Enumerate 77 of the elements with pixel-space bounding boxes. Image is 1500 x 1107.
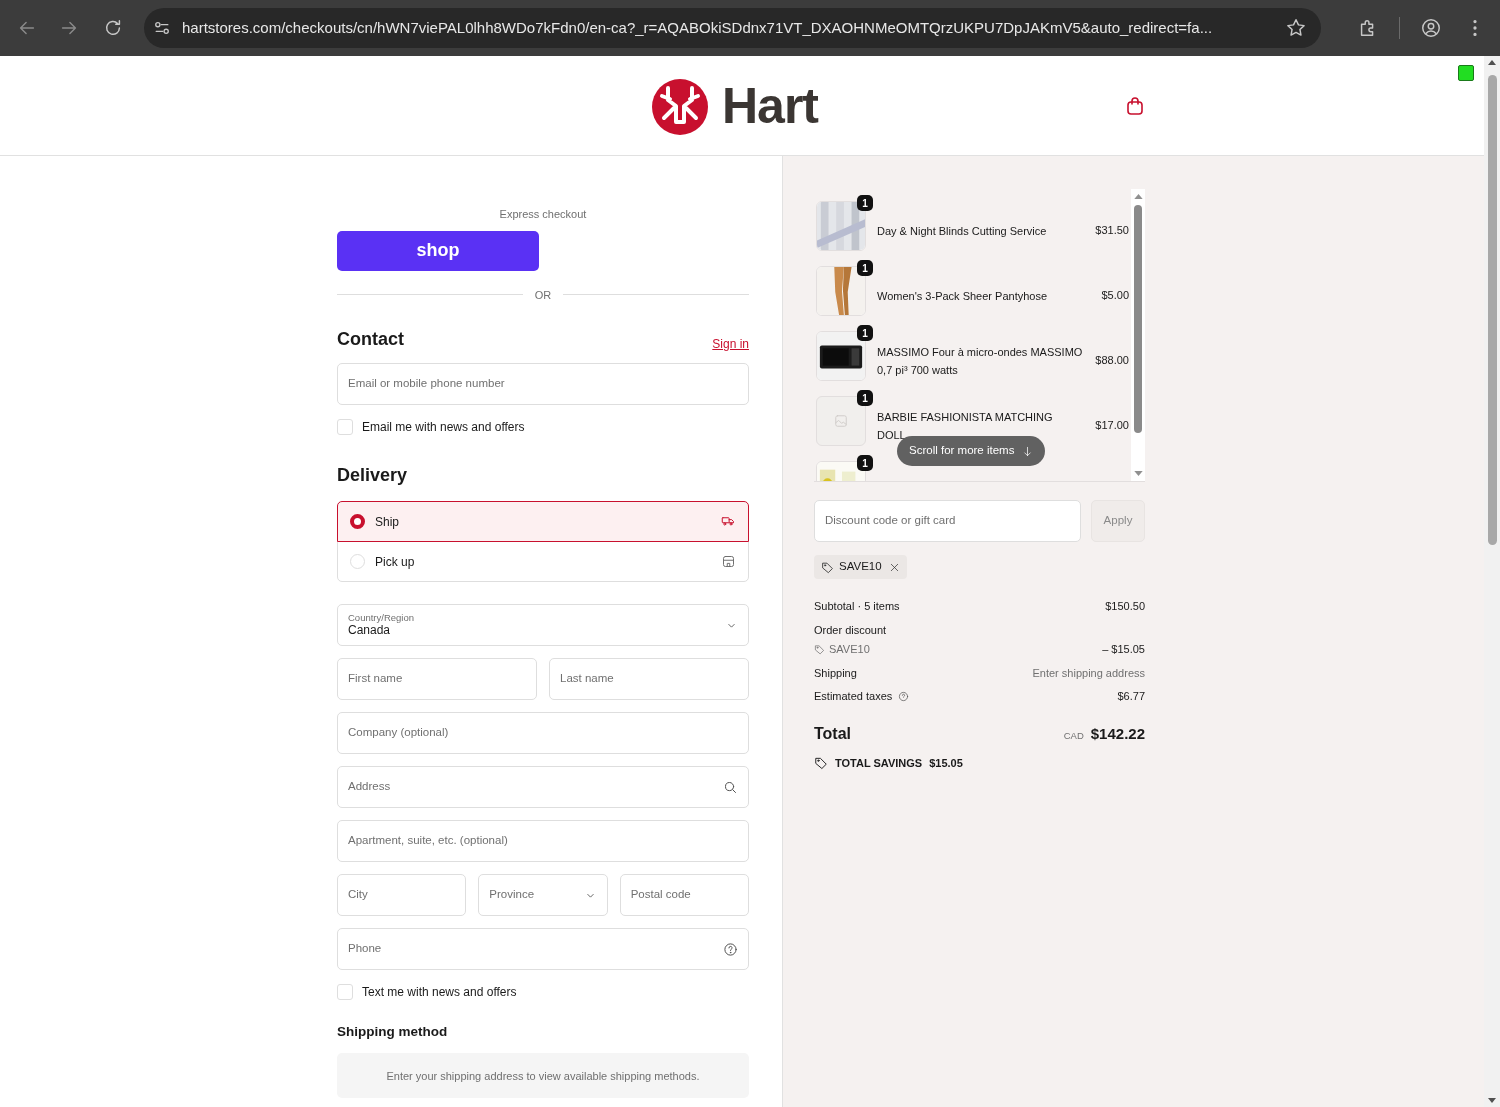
input-field[interactable]: Company (optional): [337, 712, 749, 754]
radio-button[interactable]: [350, 514, 365, 529]
input-field[interactable]: Email or mobile phone number: [337, 363, 749, 405]
status-indicator-icon: [1458, 65, 1474, 81]
delivery-option[interactable]: Pick up: [337, 541, 749, 582]
summary-label: Estimated taxes: [814, 689, 893, 704]
url-text: hartstores.com/checkouts/cn/hWN7viePAL0lhh8WDo7kFdn0/en-ca?_r=AQABOkiSDdnx71VT_DXAOHNMeOMTQrzUKPU7DpJAKmV5&auto_redirect=fa...: [182, 17, 1214, 38]
input-field[interactable]: Last name: [549, 658, 749, 700]
help-icon[interactable]: [898, 690, 910, 702]
shop-pay-button[interactable]: shop: [337, 230, 539, 271]
scroll-up-icon[interactable]: [1488, 60, 1496, 65]
image-placeholder-icon: [834, 414, 848, 428]
brand-name: Hart: [722, 80, 818, 131]
currency-code: CAD: [1063, 729, 1084, 743]
express-checkout-label: Express checkout: [498, 207, 588, 222]
input-field[interactable]: Phone: [337, 928, 749, 970]
product-title: Women's 3-Pack Sheer Pantyhose: [877, 288, 1049, 304]
product-title: Day & Night Blinds Cutting Service: [877, 223, 1048, 239]
select-field[interactable]: Country/Region Canada: [337, 604, 749, 646]
summary-value: Enter shipping address: [1032, 665, 1145, 681]
store-icon: [721, 554, 736, 569]
product-price: $31.50: [1095, 223, 1130, 239]
summary-label: Shipping: [814, 665, 857, 681]
input-field[interactable]: First name: [337, 658, 537, 700]
input-field[interactable]: Apartment, suite, etc. (optional): [337, 820, 749, 862]
scrollbar[interactable]: [1484, 56, 1500, 1107]
delivery-option[interactable]: Ship: [337, 501, 749, 542]
product-price: $17.00: [1095, 418, 1130, 434]
checkbox-label: Text me with news and offers: [362, 984, 517, 1001]
close-icon[interactable]: [888, 561, 900, 573]
quantity-badge: 1: [857, 455, 873, 471]
savings-amount: $15.05: [929, 755, 963, 771]
truck-icon: [721, 514, 736, 529]
summary-label: Subtotal · 5 items: [814, 599, 900, 614]
quantity-badge: 1: [857, 260, 873, 276]
summary-value: – $15.05: [1102, 642, 1145, 657]
input-field[interactable]: City: [337, 874, 467, 916]
tag-icon: [814, 643, 825, 655]
summary-label: Order discount: [814, 622, 888, 638]
summary-value: $6.77: [1117, 689, 1145, 704]
shopping-bag-icon[interactable]: [1126, 96, 1144, 116]
quantity-badge: 1: [857, 390, 873, 406]
scroll-up-icon[interactable]: [1133, 194, 1143, 199]
section-heading: Shipping method: [337, 1023, 449, 1041]
total-label: Total: [814, 723, 852, 744]
star-icon[interactable]: [1285, 17, 1307, 39]
checkbox[interactable]: [337, 984, 353, 1000]
info-message: Enter your shipping address to view available shipping methods.: [337, 1053, 749, 1099]
divider-label: OR: [534, 287, 552, 303]
scroll-down-icon[interactable]: [1133, 471, 1143, 476]
summary-value: $150.50: [1105, 599, 1145, 614]
product-price: $5.00: [1101, 288, 1130, 304]
product-price: $88.00: [1095, 353, 1130, 369]
address-bar[interactable]: hartstores.com/checkouts/cn/hWN7viePAL0lhh8WDo7kFdn0/en-ca?_r=AQABOkiSDdnx71VT_DXAOHNMeOMTQrzUKPU7DpJAKmV5&auto_redirect=fa...: [144, 8, 1321, 48]
quantity-badge: 1: [857, 325, 873, 341]
product-title: MASSIMO Four à micro-ondes MASSIMO 0,7 pi³ 700 watts: [877, 344, 1084, 378]
tag-icon: [821, 560, 834, 574]
checkbox[interactable]: [337, 419, 353, 435]
search-icon: [723, 779, 738, 795]
total-amount: $142.22: [1090, 724, 1145, 744]
select-field[interactable]: Province: [478, 874, 608, 916]
quantity-badge: 1: [857, 195, 873, 211]
arrow-down-icon: [1022, 445, 1034, 457]
discount-code: SAVE10: [829, 642, 870, 657]
input-field[interactable]: Postal code: [619, 874, 749, 916]
tags-icon: [814, 755, 828, 770]
sign-in-link[interactable]: Sign in: [712, 335, 749, 353]
scroll-down-icon[interactable]: [1488, 1098, 1496, 1103]
checkbox-label: Email me with news and offers: [362, 419, 525, 436]
section-heading: Delivery: [337, 464, 409, 487]
section-heading: Contact: [337, 328, 404, 351]
discount-code: SAVE10: [839, 559, 882, 575]
help-icon[interactable]: [723, 941, 738, 957]
profile-icon[interactable]: [1420, 17, 1442, 39]
savings-label: TOTAL SAVINGS: [835, 755, 923, 771]
scrollbar[interactable]: [1131, 189, 1145, 481]
input-field[interactable]: Address: [337, 766, 749, 808]
